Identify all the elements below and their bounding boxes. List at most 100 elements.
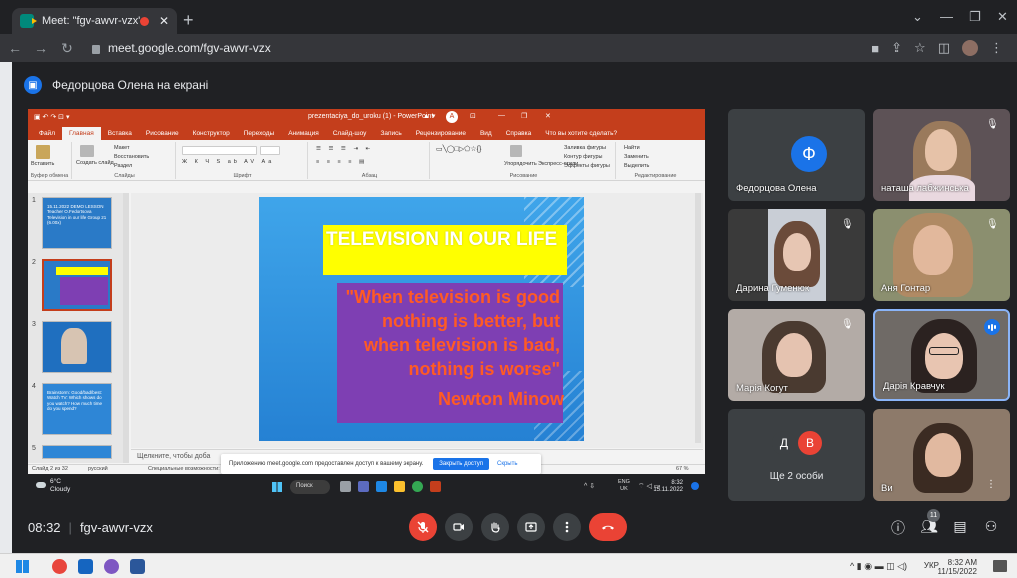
shape-effects-label: Эффекты фигуры [564, 163, 610, 169]
section-label: Раздел [114, 163, 133, 169]
taskbar-search: Поиск [290, 480, 330, 494]
save-app-icon[interactable] [78, 559, 93, 574]
camera-toggle-button[interactable] [445, 513, 473, 541]
info-icon[interactable]: ⓘ [888, 518, 908, 538]
windows-taskbar: ^ ▮ ◉ ▬ ◫ ◁) УКР 8:32 AM 11/15/2022 [0, 553, 1017, 578]
os-time: 8:32 AM [947, 558, 977, 567]
more-options-button[interactable] [553, 513, 581, 541]
url-field[interactable]: meet.google.com/fgv-awvr-vzx [108, 41, 271, 55]
close-window-button[interactable]: ✕ [997, 9, 1008, 25]
ribbon-group-paragraph: ☰ ☰ ☰ ⇥ ⇤ ≡ ≡ ≡ ≡ ▤ Абзац [310, 142, 430, 179]
participant-name: Дарія Кравчук [883, 381, 945, 392]
participant-tile-daryna[interactable]: 🎙︎ Дарина Гуменюк [728, 209, 865, 301]
stop-sharing-button[interactable]: Закрыть доступ [433, 458, 489, 470]
present-icon [525, 522, 537, 532]
participant-tile-more[interactable]: Д В Ще 2 особи [728, 409, 865, 501]
participant-tile-anya[interactable]: 🎙︎ Аня Гонтар [873, 209, 1010, 301]
chat-icon[interactable]: ▤ [950, 518, 970, 535]
task-view-icon [340, 481, 351, 492]
browser-tab-meet[interactable]: Meet: "fgv-awvr-vzx" ✕ [12, 8, 177, 34]
side-panel-icon[interactable]: ◫ [938, 40, 950, 56]
bookmark-star-icon[interactable]: ☆ [914, 40, 926, 56]
screen-share-notification: Приложению meet.google.com предоставлен … [221, 454, 541, 474]
meeting-info: 08:32 | fgv-awvr-vzx [28, 520, 153, 535]
thumb-text: Brainstorm: Good/bad/best: Watch TV: Whi… [47, 390, 103, 412]
participant-tile-natasha[interactable]: 🎙︎ наташа лабжинська [873, 109, 1010, 201]
input-language: ENG UK [618, 479, 630, 493]
ppt-menu-view: Вид [479, 130, 492, 137]
share-icon[interactable]: ⇪ [891, 40, 902, 56]
tab-close-icon[interactable]: ✕ [159, 14, 169, 28]
mic-off-icon: 🎙︎ [986, 219, 999, 230]
ppt-menu-animation: Анимация [288, 130, 319, 137]
shared-clock: 8:32 15.11.2022 [653, 480, 683, 494]
mic-toggle-button[interactable] [409, 513, 437, 541]
participant-name: Марія Когут [736, 383, 788, 394]
ppt-titlebar: ▣ ↶ ↷ ⊡ ▾ prezentaciya_do_uroku (1) - Po… [28, 109, 705, 125]
font-format-icons: Ж К Ч S ab AV Аа [182, 159, 275, 165]
paste-icon [36, 145, 50, 159]
mic-off-icon: 🎙︎ [986, 119, 999, 130]
thumb-number: 4 [32, 383, 36, 390]
participant-tile-dariya[interactable]: Дарія Кравчук [873, 309, 1010, 401]
windows-start-icon[interactable] [16, 560, 29, 573]
align-icons: ≡ ≡ ≡ ≡ ▤ [316, 159, 368, 165]
slide-thumbnail-2 [42, 259, 112, 311]
ppt-save-icon: ▣ ↶ ↷ ⊡ ▾ [34, 114, 70, 121]
video-person [925, 129, 957, 171]
participant-name: Федорцова Олена [736, 183, 817, 194]
meeting-code: fgv-awvr-vzx [79, 520, 153, 535]
raise-hand-button[interactable] [481, 513, 509, 541]
new-slide-icon [80, 145, 94, 157]
profile-avatar[interactable] [962, 40, 978, 56]
ribbon-group-slides: Создать слайд Макет Восстановить Раздел … [74, 142, 176, 179]
word-icon[interactable] [130, 559, 145, 574]
menu-kebab-icon[interactable]: ⋮ [990, 40, 1003, 56]
chrome-taskbar-icon[interactable] [52, 559, 67, 574]
thumb-number: 2 [32, 259, 36, 266]
notification-center-icon[interactable] [993, 560, 1007, 572]
maximize-button[interactable]: ❐ [969, 9, 981, 25]
mic-off-icon [417, 521, 429, 533]
more-options-icon[interactable]: ⋮ [986, 479, 1000, 493]
speaking-indicator-icon [984, 319, 1000, 335]
participant-tile-fedortsova[interactable]: Ф Федорцова Олена [728, 109, 865, 201]
weather-text: Cloudy [50, 486, 71, 493]
present-screen-button[interactable] [517, 513, 545, 541]
os-clock[interactable]: 8:32 AM 11/15/2022 [938, 558, 977, 576]
browser-tab-bar: Meet: "fgv-awvr-vzx" ✕ + ⌄ — ❐ ✕ [0, 0, 1017, 34]
minimize-button[interactable]: — [940, 9, 953, 24]
presenter-label: Федорцова Олена на екрані [52, 78, 209, 92]
lock-icon[interactable] [92, 44, 100, 54]
participant-tile-mariya[interactable]: 🎙︎ Марія Когут [728, 309, 865, 401]
participant-tile-self[interactable]: ⋮ Ви [873, 409, 1010, 501]
ppt-menu-insert: Вставка [107, 130, 132, 137]
shapes-gallery-icon: ▭╲◯□▷⬠☆{} [436, 146, 482, 153]
mic-off-icon: 🎙︎ [841, 319, 854, 330]
ppt-restore-icon: ❐ [521, 113, 528, 120]
shared-time: 8:32 [671, 480, 683, 486]
end-call-button[interactable] [589, 513, 627, 541]
thumb-portrait [61, 328, 87, 364]
viber-icon[interactable] [104, 559, 119, 574]
more-participants-avatars: Д В [772, 431, 822, 455]
windows-start-icon [272, 482, 282, 492]
slide-thumbnail-4: Brainstorm: Good/bad/best: Watch TV: Whi… [42, 383, 112, 435]
reload-icon[interactable]: ↻ [56, 40, 78, 57]
tray-icons[interactable]: ^ ▮ ◉ ▬ ◫ ◁) [850, 561, 907, 572]
present-icon: ▣ [24, 76, 42, 94]
language-status: русский [88, 466, 108, 472]
activities-icon[interactable]: ⚇ [981, 518, 1001, 535]
camera-permission-icon[interactable]: ■ [871, 41, 879, 56]
tab-search-icon[interactable]: ⌄ [912, 9, 923, 25]
avatar: Ф [791, 136, 827, 172]
group-label: Абзац [361, 173, 378, 179]
ppt-ribbon-display-icon: ⊡ [470, 113, 476, 120]
layout-label: Макет [114, 145, 130, 151]
forward-icon[interactable]: → [30, 40, 52, 56]
new-tab-button[interactable]: + [183, 10, 194, 31]
back-icon[interactable]: ← [4, 40, 26, 56]
ppt-menu-slideshow: Слайд-шоу [332, 130, 367, 137]
participant-name: наташа лабжинська [881, 183, 969, 194]
hide-notice-button[interactable]: Скрыть [497, 461, 517, 467]
